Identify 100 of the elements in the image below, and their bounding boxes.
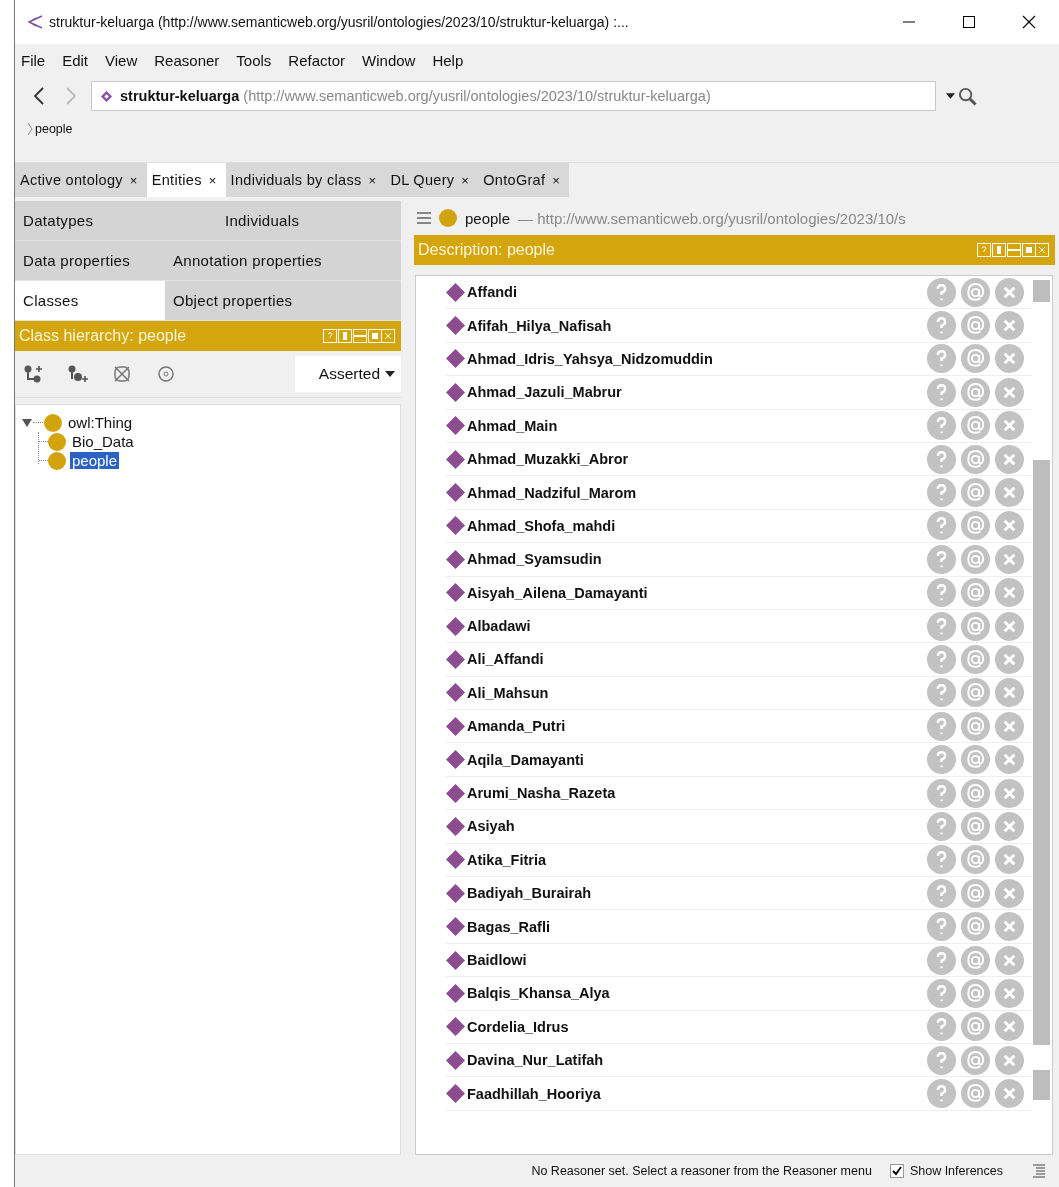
mode-dropdown[interactable]: Asserted — [295, 356, 401, 392]
individual-name[interactable]: Amanda_Putri — [467, 718, 922, 735]
help-icon[interactable] — [927, 1012, 956, 1042]
target-icon[interactable] — [155, 364, 177, 384]
help-icon[interactable] — [927, 478, 956, 508]
individual-name[interactable]: Afifah_Hilya_Nafisah — [467, 317, 922, 334]
delete-icon[interactable] — [995, 1012, 1024, 1042]
annotate-icon[interactable] — [961, 344, 990, 374]
annotate-icon[interactable] — [961, 678, 990, 708]
help-icon[interactable] — [927, 311, 956, 341]
delete-icon[interactable] — [995, 845, 1024, 875]
annotate-icon[interactable] — [961, 811, 990, 841]
help-icon[interactable] — [927, 878, 956, 908]
delete-icon[interactable] — [995, 711, 1024, 741]
annotate-icon[interactable] — [961, 1045, 990, 1075]
help-icon[interactable] — [927, 511, 956, 541]
close-icon[interactable] — [1022, 15, 1036, 29]
menu-item[interactable]: Window — [362, 49, 416, 71]
individual-name[interactable]: Aisyah_Ailena_Damayanti — [467, 584, 922, 601]
individual-name[interactable]: Badiyah_Burairah — [467, 885, 922, 902]
annotate-icon[interactable] — [961, 578, 990, 608]
workspace-tab[interactable]: Entities × — [146, 163, 226, 197]
delete-icon[interactable] — [995, 277, 1024, 307]
individual-name[interactable]: Cordelia_Idrus — [467, 1018, 922, 1035]
entity-tab[interactable]: Classes — [15, 281, 165, 321]
help-icon[interactable] — [927, 711, 956, 741]
individual-name[interactable]: Baidlowi — [467, 952, 922, 968]
delete-icon[interactable] — [995, 912, 1024, 942]
annotate-icon[interactable] — [961, 912, 990, 942]
menu-item[interactable]: File — [21, 49, 46, 71]
annotate-icon[interactable] — [961, 945, 990, 975]
delete-icon[interactable] — [995, 811, 1024, 841]
entity-tab[interactable]: Individuals — [165, 201, 401, 241]
delete-icon[interactable] — [995, 311, 1024, 341]
annotate-icon[interactable] — [961, 1012, 990, 1042]
individual-name[interactable]: Ahmad_Idris_Yahsya_Nidzomuddin — [467, 350, 922, 367]
individual-name[interactable]: Ali_Affandi — [467, 651, 922, 668]
annotate-icon[interactable] — [961, 1079, 990, 1109]
individual-name[interactable]: Faadhillah_Hooriya — [467, 1085, 922, 1102]
ontology-selector[interactable]: struktur-keluarga (http://www.semanticweb.org/yusril/ontologies/2023/10/struktur-keluarga) — [91, 81, 936, 111]
individual-name[interactable]: Ahmad_Main — [467, 417, 922, 434]
individual-name[interactable]: Ahmad_Shofa_mahdi — [467, 517, 922, 534]
menu-item[interactable]: Help — [432, 49, 464, 71]
list-icon[interactable] — [1033, 1164, 1045, 1178]
help-icon[interactable] — [927, 912, 956, 942]
annotate-icon[interactable] — [961, 511, 990, 541]
delete-icon[interactable] — [995, 478, 1024, 508]
help-icon[interactable] — [927, 544, 956, 574]
menu-icon[interactable] — [417, 212, 431, 224]
expand-toggle-icon[interactable] — [22, 417, 32, 428]
help-icon[interactable] — [927, 811, 956, 841]
checkbox-label[interactable]: Show Inferences — [909, 1164, 1003, 1178]
delete-icon[interactable] — [995, 645, 1024, 674]
delete-icon[interactable] — [995, 344, 1024, 374]
delete-icon[interactable] — [995, 411, 1024, 441]
annotate-icon[interactable] — [961, 878, 990, 908]
checkbox[interactable] — [889, 1164, 904, 1178]
help-icon[interactable] — [927, 978, 956, 1008]
workspace-tab[interactable]: OntoGraf × — [478, 163, 570, 197]
add-subclass-icon[interactable] — [23, 364, 45, 384]
annotate-icon[interactable] — [961, 745, 990, 775]
individual-name[interactable]: Affandi — [467, 284, 922, 301]
delete-icon[interactable] — [995, 511, 1024, 541]
individual-name[interactable]: Ahmad_Muzakki_Abror — [467, 451, 922, 468]
help-icon[interactable] — [927, 578, 956, 608]
individual-name[interactable]: Ahmad_Jazuli_Mabrur — [467, 384, 922, 401]
annotate-icon[interactable] — [961, 978, 990, 1008]
individual-name[interactable]: Davina_Nur_Latifah — [467, 1052, 922, 1069]
entity-tab[interactable]: Object properties — [165, 281, 401, 321]
help-icon[interactable] — [927, 1079, 956, 1109]
breadcrumb-link[interactable]: people — [35, 122, 73, 136]
annotate-icon[interactable] — [961, 711, 990, 741]
workspace-tab[interactable]: Active ontology × — [15, 163, 147, 197]
delete-icon[interactable] — [995, 945, 1024, 975]
help-icon[interactable] — [927, 611, 956, 641]
annotate-icon[interactable] — [961, 645, 990, 674]
delete-icon[interactable] — [995, 1079, 1024, 1109]
delete-icon[interactable] — [995, 678, 1024, 708]
delete-icon[interactable] — [995, 978, 1024, 1008]
annotate-icon[interactable] — [961, 611, 990, 641]
individual-name[interactable]: Ahmad_Syamsudin — [467, 551, 922, 568]
delete-icon[interactable] — [995, 578, 1024, 608]
menu-item[interactable]: Refactor — [288, 49, 346, 71]
menu-item[interactable]: Edit — [62, 49, 89, 71]
scrollbar-thumb[interactable] — [1033, 280, 1050, 1100]
annotate-icon[interactable] — [961, 778, 990, 808]
help-icon[interactable] — [927, 444, 956, 474]
delete-icon[interactable] — [995, 745, 1024, 775]
help-icon[interactable] — [927, 945, 956, 975]
help-icon[interactable] — [927, 344, 956, 374]
delete-icon[interactable] — [995, 878, 1024, 908]
entity-tab[interactable]: Datatypes — [15, 201, 165, 241]
help-icon[interactable] — [927, 1045, 956, 1075]
menu-item[interactable]: Reasoner — [154, 49, 220, 71]
entity-tab[interactable]: Data properties — [15, 241, 165, 281]
maximize-icon[interactable] — [962, 15, 976, 29]
help-icon[interactable] — [927, 678, 956, 708]
annotate-icon[interactable] — [961, 478, 990, 508]
view-controls-icon[interactable] — [977, 243, 1049, 257]
annotate-icon[interactable] — [961, 377, 990, 407]
